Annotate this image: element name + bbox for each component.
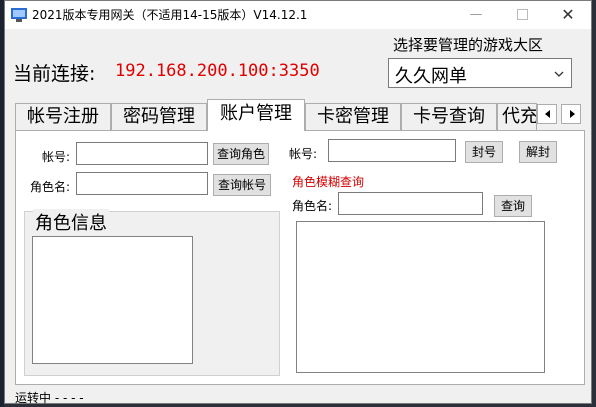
app-icon <box>11 7 27 22</box>
ban-account-input[interactable] <box>328 139 456 162</box>
region-label: 选择要管理的游戏大区 <box>393 36 544 54</box>
status-text: 运转中 - - - - <box>15 391 84 405</box>
connection-value: 192.168.200.100:3350 <box>115 61 320 81</box>
chevron-down-icon <box>553 65 565 77</box>
tab-password-manage[interactable]: 密码管理 <box>111 103 207 130</box>
role-name-input[interactable] <box>76 172 208 195</box>
close-button[interactable]: ✕ <box>545 1 591 29</box>
tab-account-register[interactable]: 帐号注册 <box>15 103 111 130</box>
tab-card-key-manage[interactable]: 卡密管理 <box>305 103 401 130</box>
maximize-icon <box>516 9 528 20</box>
account-manage-panel: 帐号: 查询角色 角色名: 查询帐号 角色信息 帐号: 封号 解封 角色模糊查询… <box>15 130 585 385</box>
tab-card-query[interactable]: 卡号查询 <box>401 103 497 130</box>
maximize-button[interactable] <box>499 1 545 29</box>
fuzzy-query-button[interactable]: 查询 <box>494 195 532 217</box>
window-title: 2021版本专用网关（不适用14-15版本）V14.12.1 <box>32 8 308 22</box>
ban-button[interactable]: 封号 <box>465 141 503 163</box>
tab-account-manage[interactable]: 账户管理 <box>207 99 305 131</box>
role-info-title: 角色信息 <box>33 209 109 235</box>
fuzzy-query-title: 角色模糊查询 <box>292 175 365 189</box>
fuzzy-result-list[interactable] <box>296 221 545 373</box>
role-name-label: 角色名: <box>30 180 71 194</box>
fuzzy-role-input[interactable] <box>338 192 483 215</box>
query-account-button[interactable]: 查询帐号 <box>213 174 271 196</box>
region-selected-value: 久久网单 <box>395 66 467 87</box>
minimize-button[interactable]: — <box>453 1 499 29</box>
role-info-list[interactable] <box>32 236 193 364</box>
tab-recharge[interactable]: 代充 <box>497 103 537 130</box>
account-label: 帐号: <box>42 150 71 164</box>
title-bar[interactable]: 2021版本专用网关（不适用14-15版本）V14.12.1 — ✕ <box>5 1 591 29</box>
unban-button[interactable]: 解封 <box>519 141 557 163</box>
tab-scroll-left-button[interactable] <box>537 104 557 124</box>
tab-scroll-right-button[interactable] <box>561 104 581 124</box>
arrow-right-icon <box>570 110 575 118</box>
app-window: 2021版本专用网关（不适用14-15版本）V14.12.1 — ✕ 选择要管理… <box>4 0 592 405</box>
account-input[interactable] <box>76 142 208 165</box>
query-role-button[interactable]: 查询角色 <box>213 143 269 165</box>
arrow-left-icon <box>545 110 550 118</box>
region-select[interactable]: 久久网单 <box>388 58 572 88</box>
connection-label: 当前连接: <box>13 63 96 85</box>
role-info-group: 角色信息 <box>24 209 280 376</box>
right-account-label: 帐号: <box>289 147 318 161</box>
fuzzy-role-label: 角色名: <box>292 199 333 213</box>
tab-strip: 帐号注册 密码管理 账户管理 卡密管理 卡号查询 代充 <box>15 99 585 131</box>
